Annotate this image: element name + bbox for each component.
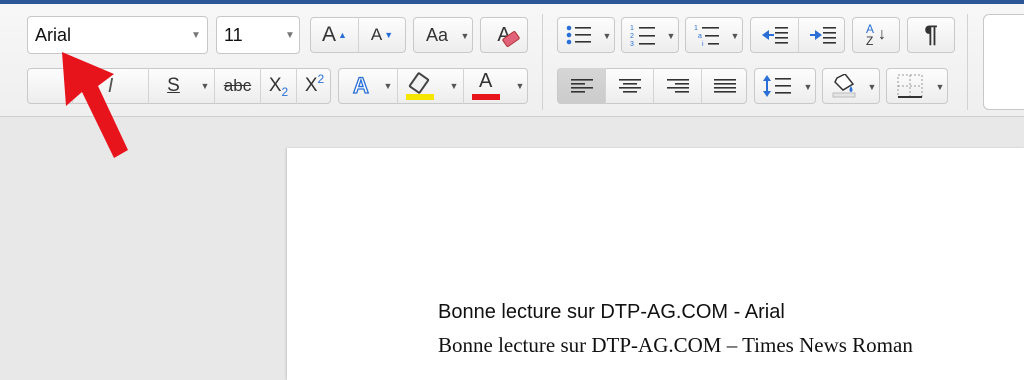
align-center-icon [618, 79, 641, 93]
font-color-bar [472, 94, 500, 100]
triangle-up-icon: ▲ [338, 30, 347, 40]
text-effects-button[interactable]: A ▼ [339, 68, 397, 104]
numbering-button[interactable]: 1 2 3 ▼ [621, 17, 679, 53]
borders-icon [897, 74, 923, 98]
multilevel-mark: a [698, 33, 702, 40]
superscript-button[interactable]: X2 [296, 68, 332, 104]
highlight-button[interactable]: ▼ [397, 68, 463, 104]
chevron-down-icon[interactable]: ▼ [447, 68, 461, 104]
bullets-button[interactable]: ▼ [557, 17, 615, 53]
sort-button[interactable]: A Z ↓ [852, 17, 900, 53]
line-spacing-button[interactable]: ▼ [754, 68, 816, 104]
red-arrow-annotation [62, 52, 128, 158]
subscript-mark: 2 [281, 85, 289, 99]
change-case-button[interactable]: Aa ▼ [413, 17, 473, 53]
indent-group [750, 17, 845, 53]
underline-button[interactable]: S ▼ [148, 68, 214, 104]
triangle-down-icon: ▼ [384, 30, 394, 40]
chevron-down-icon[interactable]: ▼ [801, 69, 815, 105]
align-left-button[interactable] [558, 68, 605, 104]
shrink-font-icon: A [370, 25, 383, 44]
numbering-icon: 1 2 3 [630, 25, 655, 47]
chevron-down-icon[interactable]: ▼ [285, 30, 295, 41]
align-center-button[interactable] [605, 68, 653, 104]
decrease-indent-button[interactable] [751, 17, 798, 53]
change-case-icon: Aa [425, 24, 449, 45]
superscript-icon: X [304, 75, 318, 96]
underline-icon: S [167, 75, 180, 96]
grow-font-icon: A [322, 23, 337, 46]
document-line-times[interactable]: Bonne lecture sur DTP-AG.COM – Times New… [438, 333, 913, 358]
chevron-down-icon[interactable]: ▼ [664, 18, 678, 54]
sort-bottom-letter: Z [865, 34, 874, 48]
document-line-arial[interactable]: Bonne lecture sur DTP-AG.COM - Arial [438, 301, 785, 324]
sort-icon: A Z [866, 23, 874, 47]
line-spacing-icon [763, 75, 791, 97]
chevron-down-icon[interactable]: ▼ [458, 18, 472, 54]
font-color-button[interactable]: A ▼ [463, 68, 529, 104]
numbering-mark: 2 [630, 33, 634, 40]
ribbon-separator [967, 14, 968, 110]
color-group: A ▼ ▼ A ▼ [338, 68, 528, 104]
increase-indent-button[interactable] [798, 17, 846, 53]
highlighter-icon [408, 71, 430, 95]
pilcrow-icon: ¶ [924, 21, 938, 48]
chevron-down-icon[interactable]: ▼ [198, 68, 212, 104]
strikethrough-icon: abc [223, 76, 252, 95]
subscript-button[interactable]: X2 [260, 68, 296, 104]
chevron-down-icon[interactable]: ▼ [728, 18, 742, 54]
multilevel-mark: 1 [694, 25, 698, 32]
paint-bucket-icon [832, 74, 856, 98]
highlight-color-bar [406, 94, 434, 100]
subscript-icon: X [268, 75, 282, 96]
ribbon-separator [542, 14, 543, 110]
numbering-mark: 1 [630, 25, 634, 32]
increase-indent-icon [809, 27, 836, 44]
multilevel-list-button[interactable]: 1 a i ▼ [685, 17, 743, 53]
justify-button[interactable] [701, 68, 748, 104]
superscript-mark: 2 [317, 72, 325, 86]
chevron-down-icon[interactable]: ▼ [513, 68, 527, 104]
borders-button[interactable]: ▼ [886, 68, 948, 104]
bullets-icon [566, 25, 591, 45]
alignment-group [557, 68, 747, 104]
text-effects-icon: A [352, 72, 369, 98]
justify-icon [714, 79, 736, 93]
chevron-down-icon[interactable]: ▼ [191, 30, 201, 41]
grow-font-button[interactable]: A ▲ [311, 17, 358, 53]
arrow-down-icon: ↓ [878, 26, 886, 43]
font-color-icon: A [479, 70, 493, 92]
numbering-mark: 3 [630, 41, 634, 47]
grow-shrink-group: A ▲ A ▼ [310, 17, 406, 53]
multilevel-mark: i [702, 41, 704, 47]
chevron-down-icon[interactable]: ▼ [865, 69, 879, 105]
multilevel-list-icon: 1 a i [694, 25, 719, 47]
font-size-combobox[interactable]: 11 ▼ [216, 16, 300, 54]
font-name-value: Arial [35, 25, 72, 45]
align-left-icon [570, 79, 593, 93]
clear-formatting-button[interactable]: A [480, 17, 528, 53]
shading-button[interactable]: ▼ [822, 68, 880, 104]
styles-gallery[interactable] [983, 14, 1024, 110]
decrease-indent-icon [761, 27, 788, 44]
arrow-icon [62, 52, 128, 158]
chevron-down-icon[interactable]: ▼ [933, 69, 947, 105]
shrink-font-button[interactable]: A ▼ [357, 17, 405, 53]
font-size-value: 11 [224, 25, 243, 45]
align-right-button[interactable] [653, 68, 701, 104]
chevron-down-icon[interactable]: ▼ [381, 68, 395, 104]
chevron-down-icon[interactable]: ▼ [600, 18, 614, 54]
home-ribbon: Arial ▼ 11 ▼ A ▲ A ▼ Aa ▼ A I S ▼ abc X … [0, 4, 1024, 117]
strikethrough-button[interactable]: abc [214, 68, 260, 104]
align-right-icon [666, 79, 689, 93]
show-formatting-button[interactable]: ¶ [907, 17, 955, 53]
